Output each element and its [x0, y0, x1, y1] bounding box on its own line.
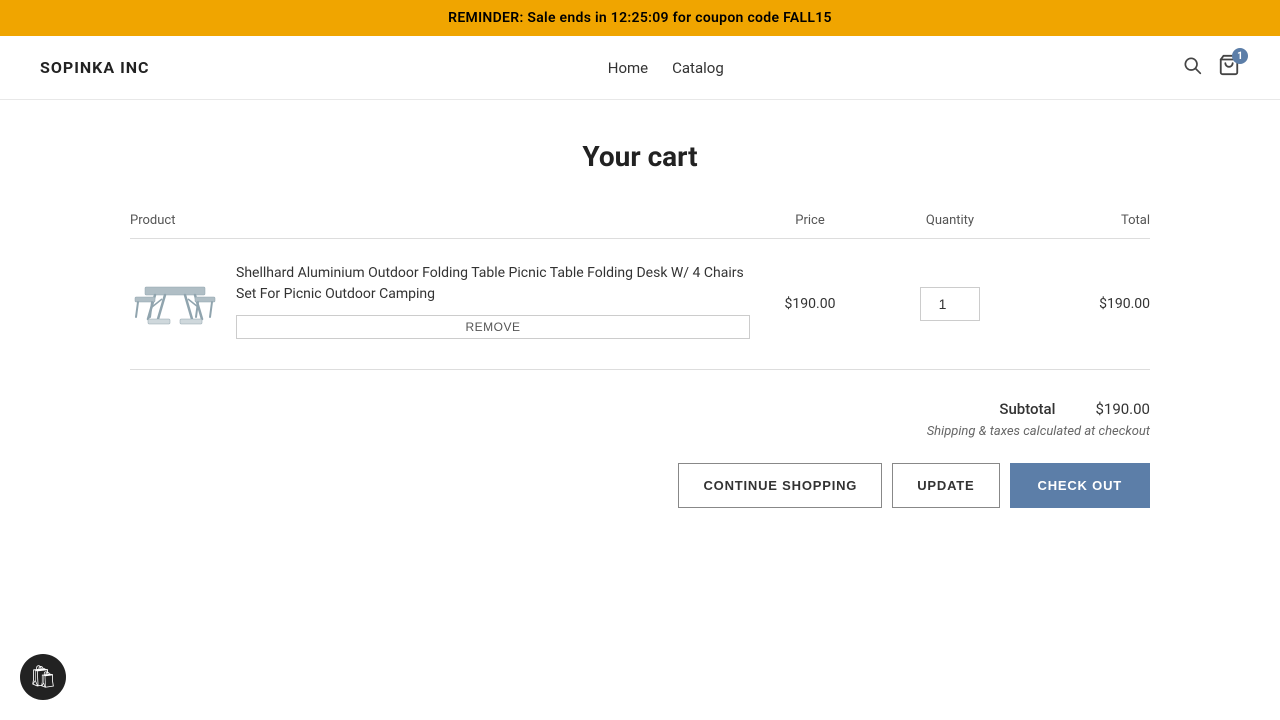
- col-header-total: Total: [1030, 213, 1150, 228]
- nav-home[interactable]: Home: [608, 59, 648, 77]
- subtotal-row: Subtotal $190.00: [999, 400, 1150, 418]
- cart-main: Your cart Product Price Quantity Total: [90, 100, 1190, 588]
- col-header-product: Product: [130, 213, 750, 228]
- col-header-quantity: Quantity: [870, 213, 1030, 228]
- item-price: $190.00: [750, 296, 870, 312]
- cart-actions: CONTINUE SHOPPING UPDATE CHECK OUT: [130, 463, 1150, 508]
- cart-icon[interactable]: 1: [1218, 54, 1240, 81]
- quantity-input[interactable]: [920, 287, 980, 321]
- product-cell: Shellhard Aluminium Outdoor Folding Tabl…: [130, 259, 750, 349]
- nav-catalog[interactable]: Catalog: [672, 59, 724, 77]
- shopify-badge[interactable]: 🛍: [20, 654, 66, 700]
- product-image: [130, 259, 220, 349]
- search-icon[interactable]: [1182, 55, 1202, 80]
- shipping-note: Shipping & taxes calculated at checkout: [927, 424, 1150, 439]
- col-header-price: Price: [750, 213, 870, 228]
- subtotal-value: $190.00: [1095, 400, 1150, 418]
- item-total: $190.00: [1030, 296, 1150, 312]
- cart-item-row: Shellhard Aluminium Outdoor Folding Tabl…: [130, 239, 1150, 370]
- continue-shopping-button[interactable]: CONTINUE SHOPPING: [678, 463, 882, 508]
- quantity-cell: [870, 287, 1030, 321]
- main-nav: Home Catalog: [608, 59, 724, 77]
- product-info: Shellhard Aluminium Outdoor Folding Tabl…: [236, 259, 750, 339]
- banner-text: REMINDER: Sale ends in 12:25:09 for coup…: [448, 10, 832, 26]
- cart-summary: Subtotal $190.00 Shipping & taxes calcul…: [130, 400, 1150, 439]
- cart-table-header: Product Price Quantity Total: [130, 213, 1150, 239]
- checkout-button[interactable]: CHECK OUT: [1010, 463, 1150, 508]
- page-title: Your cart: [130, 140, 1150, 173]
- remove-button[interactable]: REMOVE: [236, 315, 750, 339]
- site-logo: SOPINKA INC: [40, 58, 150, 77]
- shopify-icon: 🛍: [29, 665, 57, 690]
- update-button[interactable]: UPDATE: [892, 463, 999, 508]
- header-icons: 1: [1182, 54, 1240, 81]
- product-name: Shellhard Aluminium Outdoor Folding Tabl…: [236, 263, 750, 305]
- site-header: SOPINKA INC Home Catalog 1: [0, 36, 1280, 100]
- cart-count: 1: [1232, 48, 1248, 64]
- sale-banner: REMINDER: Sale ends in 12:25:09 for coup…: [0, 0, 1280, 36]
- subtotal-label: Subtotal: [999, 400, 1055, 418]
